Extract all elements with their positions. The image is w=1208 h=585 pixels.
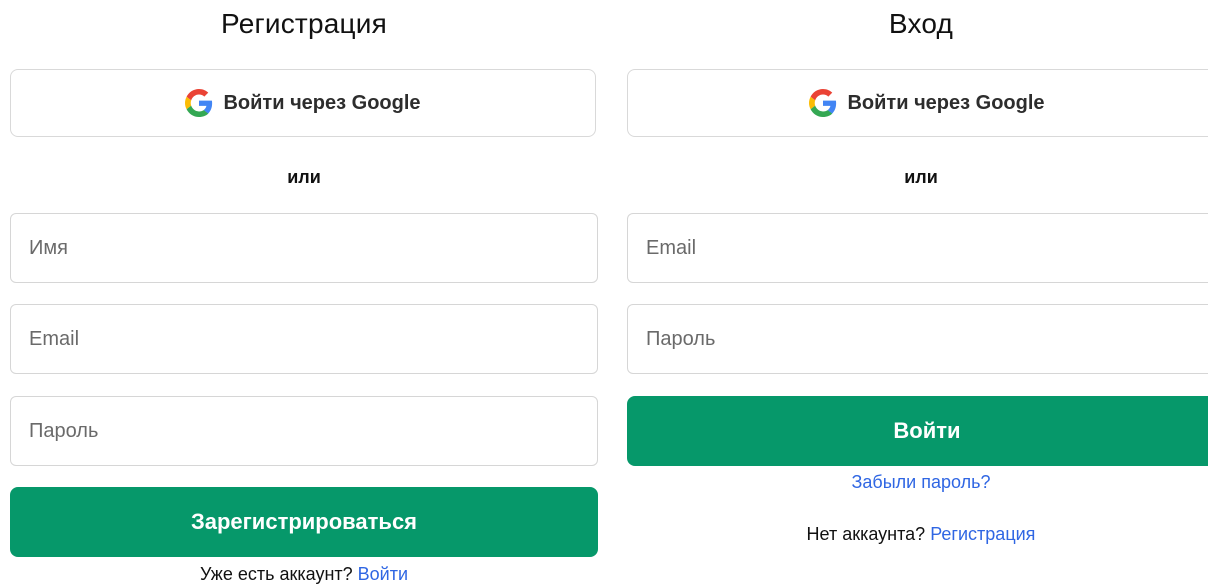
register-google-button[interactable]: Войти через Google (10, 69, 596, 137)
login-title: Вход (888, 8, 954, 39)
register-email-field[interactable] (10, 304, 598, 374)
name-field[interactable] (10, 213, 598, 283)
login-google-button[interactable]: Войти через Google (627, 69, 1208, 137)
register-password-field[interactable] (10, 396, 598, 466)
google-icon (185, 89, 213, 117)
login-link[interactable]: Войти (358, 564, 408, 584)
login-footer-text: Нет аккаунта? (806, 524, 926, 544)
login-password-field[interactable] (627, 304, 1208, 374)
login-footer: Нет аккаунта? Регистрация (627, 524, 1208, 545)
register-title: Регистрация (221, 8, 387, 39)
name-input[interactable] (27, 235, 581, 261)
login-email-input[interactable] (644, 235, 1208, 261)
login-google-label: Войти через Google (847, 91, 1045, 114)
login-email-field[interactable] (627, 213, 1208, 283)
register-password-input[interactable] (27, 418, 581, 444)
register-email-input[interactable] (27, 326, 581, 352)
register-footer-text: Уже есть аккаунт? (199, 564, 353, 584)
forgot-password-line: Забыли пароль? (627, 472, 1208, 493)
google-icon (809, 89, 837, 117)
login-or-divider: или (904, 167, 938, 187)
register-google-label: Войти через Google (223, 91, 421, 114)
register-submit-button[interactable]: Зарегистрироваться (10, 487, 598, 557)
login-submit-button[interactable]: Войти (627, 396, 1208, 466)
register-or-divider: или (287, 167, 321, 187)
login-password-input[interactable] (644, 326, 1208, 352)
forgot-password-link[interactable]: Забыли пароль? (852, 472, 991, 492)
register-link[interactable]: Регистрация (930, 524, 1035, 544)
